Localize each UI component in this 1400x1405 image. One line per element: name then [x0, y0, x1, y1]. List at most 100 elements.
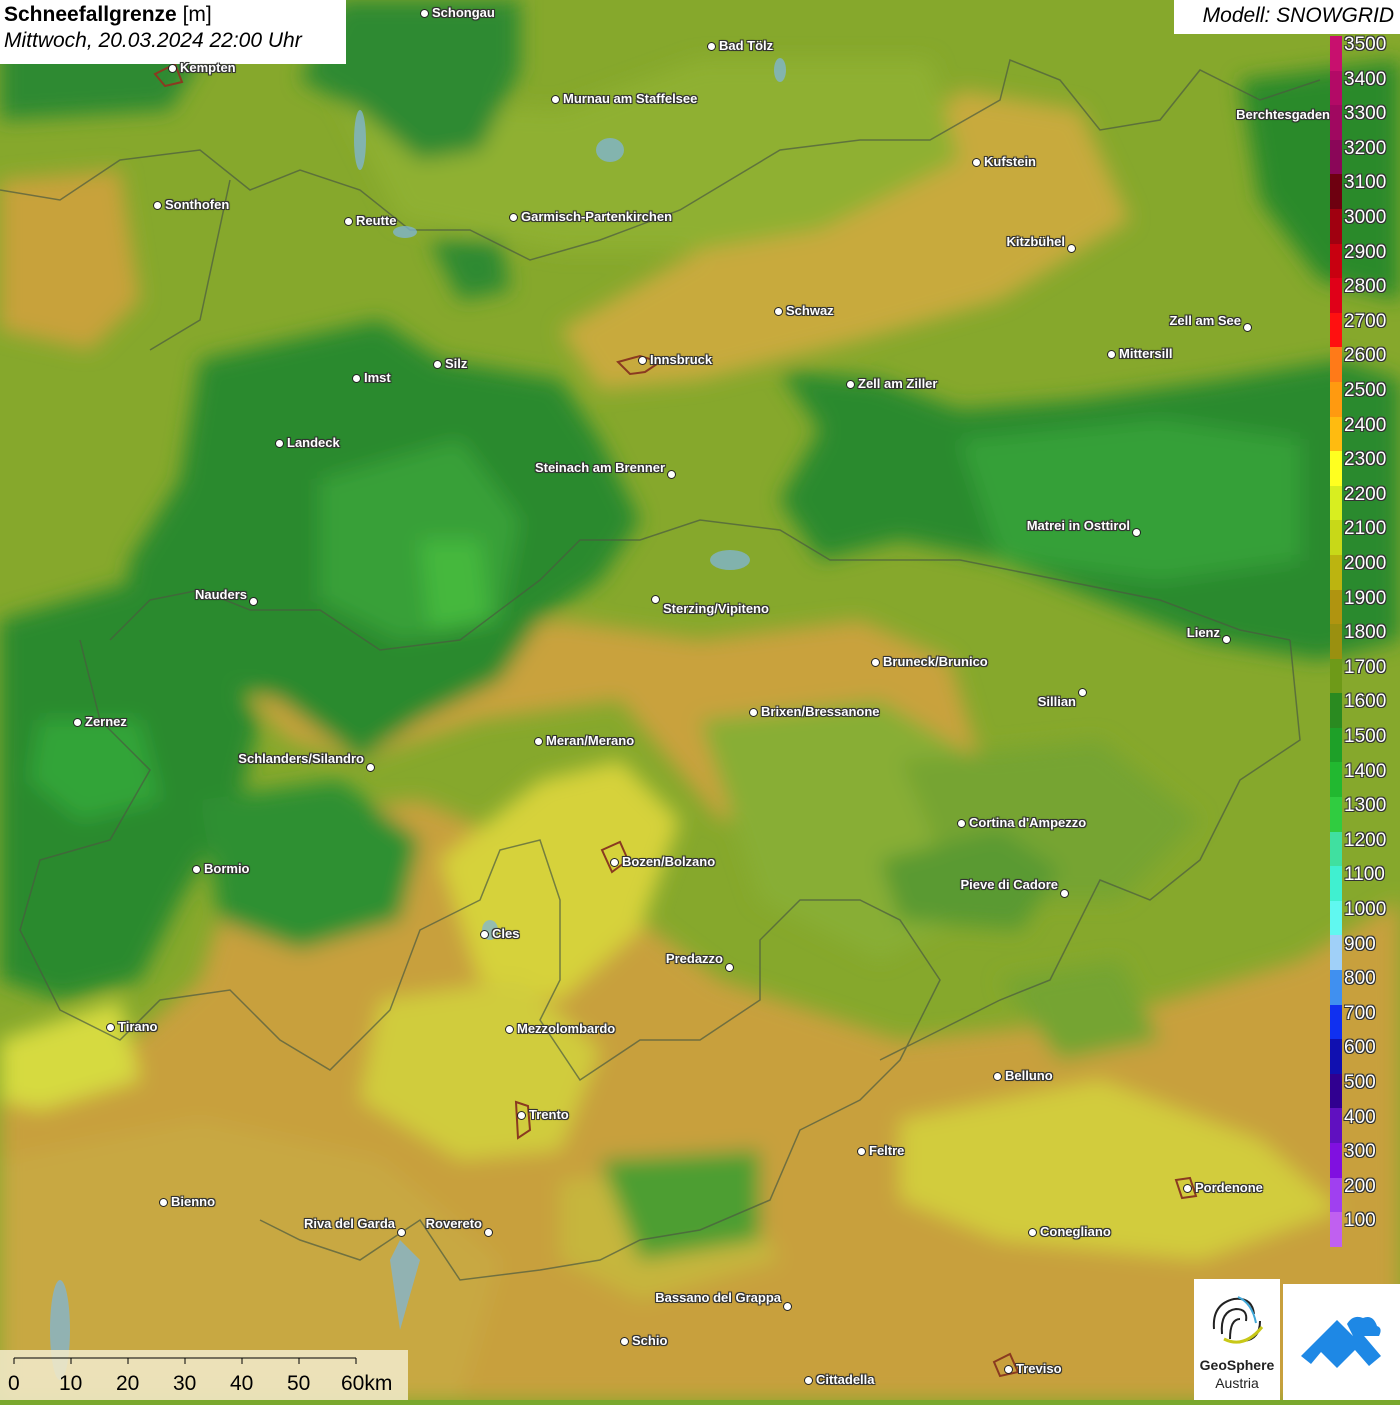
legend-swatch — [1330, 624, 1342, 659]
place-label[interactable]: Bassano del Grappa — [655, 1290, 781, 1305]
legend-swatch — [1330, 797, 1342, 832]
model-label: Modell: SNOWGRID — [1174, 0, 1400, 34]
place-label[interactable]: Schwaz — [786, 303, 834, 318]
place-label[interactable]: Cittadella — [816, 1372, 875, 1387]
place-label[interactable]: Meran/Merano — [546, 733, 634, 748]
legend-swatch — [1330, 70, 1342, 106]
place-label[interactable]: Schio — [632, 1333, 667, 1348]
place-label[interactable]: Cles — [492, 926, 519, 941]
place-dot — [610, 858, 619, 867]
place-dot — [774, 307, 783, 316]
place-label[interactable]: Predazzo — [666, 951, 723, 966]
place-dot — [972, 158, 981, 167]
place-label[interactable]: Brixen/Bressanone — [761, 704, 880, 719]
place-label[interactable]: Schongau — [432, 5, 495, 20]
place-dot — [707, 42, 716, 51]
legend-swatch — [1330, 1177, 1342, 1213]
legend-label: 1400 — [1344, 760, 1387, 782]
place-label[interactable]: Silz — [445, 356, 467, 371]
legend-swatch — [1330, 208, 1342, 244]
legend-label: 600 — [1344, 1037, 1376, 1059]
legend-swatch — [1330, 278, 1342, 313]
place-dot — [344, 217, 353, 226]
place-label[interactable]: Bruneck/Brunico — [883, 654, 988, 669]
place-label[interactable]: Tirano — [118, 1019, 158, 1034]
place-dot — [484, 1228, 493, 1237]
place-label[interactable]: Rovereto — [426, 1216, 482, 1231]
place-label[interactable]: Innsbruck — [650, 352, 712, 367]
place-dot — [366, 763, 375, 772]
place-label[interactable]: Treviso — [1016, 1361, 1062, 1376]
place-label[interactable]: Landeck — [287, 435, 340, 450]
map-title: Schneefallgrenze [m] — [4, 3, 212, 26]
map-title-box: Schneefallgrenze [m] Mittwoch, 20.03.202… — [0, 0, 346, 64]
legend-label: 1600 — [1344, 691, 1387, 713]
place-label[interactable]: Kempten — [180, 60, 236, 75]
legend-swatch — [1330, 831, 1342, 867]
place-label[interactable]: Riva del Garda — [304, 1216, 395, 1231]
legend-label: 2800 — [1344, 276, 1387, 298]
place-label[interactable]: Feltre — [869, 1143, 904, 1158]
place-label[interactable]: Sonthofen — [165, 197, 229, 212]
place-label[interactable]: Zell am Ziller — [858, 376, 937, 391]
place-label[interactable]: Imst — [364, 370, 391, 385]
place-dot — [1004, 1365, 1013, 1374]
legend-label: 1800 — [1344, 622, 1387, 644]
legend-swatch — [1330, 1143, 1342, 1178]
place-label[interactable]: Cortina d'Ampezzo — [969, 815, 1086, 830]
place-dot — [153, 201, 162, 210]
place-dot — [168, 64, 177, 73]
place-dot — [749, 708, 758, 717]
place-dot — [725, 963, 734, 972]
legend-label: 1000 — [1344, 899, 1387, 920]
place-label[interactable]: Sterzing/Vipiteno — [663, 601, 769, 616]
place-label[interactable]: Conegliano — [1040, 1224, 1111, 1239]
place-label[interactable]: Murnau am Staffelsee — [563, 91, 697, 106]
legend-swatch — [1330, 1212, 1342, 1247]
place-label[interactable]: Bormio — [204, 861, 250, 876]
place-label[interactable]: Matrei in Osttirol — [1027, 518, 1130, 533]
place-label[interactable]: Sillian — [1038, 694, 1076, 709]
place-dot — [159, 1198, 168, 1207]
place-label[interactable]: Zell am See — [1169, 313, 1241, 328]
legend-label: 2100 — [1344, 518, 1387, 540]
logo-sub: Austria — [1215, 1375, 1259, 1391]
place-dot — [1060, 889, 1069, 898]
app-logo[interactable] — [1283, 1284, 1400, 1400]
place-label[interactable]: Belluno — [1005, 1068, 1053, 1083]
place-label[interactable]: Garmisch-Partenkirchen — [521, 209, 672, 224]
place-dot — [509, 213, 518, 222]
place-dot — [846, 380, 855, 389]
place-dot — [620, 1337, 629, 1346]
legend-label: 3400 — [1344, 68, 1387, 90]
legend-swatch — [1330, 520, 1342, 555]
place-label[interactable]: Trento — [529, 1107, 569, 1122]
place-label[interactable]: Mezzolombardo — [517, 1021, 615, 1036]
place-label[interactable]: Pordenone — [1195, 1180, 1263, 1195]
place-label[interactable]: Berchtesgaden — [1236, 107, 1330, 122]
place-label[interactable]: Bienno — [171, 1194, 215, 1209]
place-label[interactable]: Bad Tölz — [719, 38, 773, 53]
legend-label: 3000 — [1344, 207, 1387, 228]
legend-label: 200 — [1344, 1175, 1376, 1197]
scale-tick: 50 — [287, 1372, 311, 1395]
place-label[interactable]: Schlanders/Silandro — [238, 751, 364, 766]
place-dot — [397, 1228, 406, 1237]
place-label[interactable]: Lienz — [1187, 625, 1220, 640]
legend-label: 900 — [1344, 933, 1376, 955]
geosphere-logo[interactable]: GeoSphere Austria — [1194, 1279, 1280, 1400]
place-label[interactable]: Kufstein — [984, 154, 1036, 169]
place-dot — [433, 360, 442, 369]
legend-swatch — [1330, 1108, 1342, 1143]
place-label[interactable]: Reutte — [356, 213, 396, 228]
place-label[interactable]: Nauders — [195, 587, 247, 602]
place-label[interactable]: Pieve di Cadore — [960, 877, 1058, 892]
place-label[interactable]: Mittersill — [1119, 346, 1172, 361]
legend-label: 300 — [1344, 1141, 1376, 1163]
place-label[interactable]: Kitzbühel — [1007, 234, 1066, 249]
legend-label: 2200 — [1344, 483, 1387, 505]
place-label[interactable]: Zernez — [85, 714, 127, 729]
place-label[interactable]: Steinach am Brenner — [535, 460, 665, 475]
legend-swatch — [1330, 935, 1342, 971]
place-label[interactable]: Bozen/Bolzano — [622, 854, 715, 869]
